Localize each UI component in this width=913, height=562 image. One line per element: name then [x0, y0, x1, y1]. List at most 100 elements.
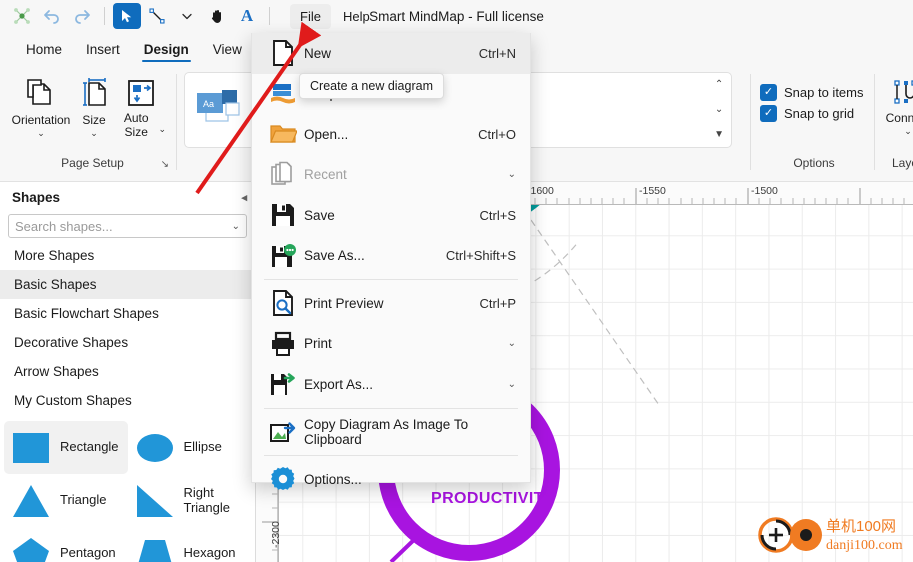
shape-item-hexagon[interactable]: Hexagon [128, 527, 252, 562]
file-menu-label: Options... [304, 471, 362, 487]
connect-label: Connect [885, 111, 913, 125]
menu-file[interactable]: File [290, 3, 331, 29]
snap-to-grid-row[interactable]: ✓ Snap to grid [760, 105, 854, 122]
file-menu-item-export-as[interactable]: Export As... ⌄ [252, 364, 530, 405]
file-menu-item-save-as[interactable]: Save As... Ctrl+Shift+S [252, 236, 530, 277]
chevron-down-icon[interactable]: ⌄ [508, 338, 516, 349]
orientation-button[interactable]: Orientation ⌄ [10, 72, 72, 138]
file-menu-shortcut: Ctrl+O [478, 126, 516, 142]
theme-style-1[interactable]: Aa [189, 78, 251, 142]
print-preview-icon [262, 289, 304, 317]
chevron-down-icon[interactable]: ⌄ [508, 379, 516, 390]
toolbar-divider [104, 7, 105, 25]
title-bar: A File Help [0, 0, 913, 32]
shape-search-box[interactable]: ⌄ [8, 214, 247, 238]
snap-to-grid-checkbox[interactable]: ✓ [760, 105, 777, 122]
shape-gallery: Rectangle Ellipse Triangle Right Triangl… [0, 421, 255, 562]
file-menu-item-save[interactable]: Save Ctrl+S [252, 195, 530, 236]
category-basic-flowchart-shapes[interactable]: Basic Flowchart Shapes [0, 299, 255, 328]
file-menu-item-open[interactable]: Open... Ctrl+O [252, 114, 530, 155]
file-menu-item-print[interactable]: Print ⌄ [252, 324, 530, 365]
size-button[interactable]: Size ⌄ [72, 72, 116, 138]
right-triangle-shape-icon [134, 482, 176, 520]
chevron-down-icon[interactable]: ⌄ [904, 126, 912, 136]
shape-item-right-triangle[interactable]: Right Triangle [128, 474, 252, 527]
undo-icon[interactable] [38, 3, 66, 29]
chevron-down-icon[interactable]: ⌄ [508, 169, 516, 180]
page-setup-dialog-launcher[interactable]: ↘ [161, 159, 169, 170]
tab-home[interactable]: Home [14, 39, 74, 64]
file-menu-shortcut: Ctrl+Shift+S [445, 248, 516, 264]
search-input[interactable] [15, 218, 232, 234]
ellipse-shape-icon [134, 429, 176, 467]
options-group-title: Options [793, 156, 835, 170]
tab-view[interactable]: View [201, 39, 254, 64]
tab-insert[interactable]: Insert [74, 39, 132, 64]
snap-to-items-checkbox[interactable]: ✓ [760, 84, 777, 101]
chevron-down-icon[interactable]: ⌄ [37, 128, 45, 138]
save-as-icon [262, 243, 304, 269]
h-ruler-label-5: -1500 [751, 185, 778, 197]
file-menu-item-options[interactable]: Options... [252, 459, 530, 500]
child-branch-line [389, 533, 421, 562]
file-menu-item-new[interactable]: New Ctrl+N [252, 33, 530, 74]
collapse-panel-icon[interactable]: ◂ [241, 191, 247, 204]
quick-access-toolbar: A [0, 3, 276, 29]
file-menu-shortcut: Ctrl+N [478, 45, 516, 61]
category-more-shapes[interactable]: More Shapes [0, 241, 255, 270]
connector-tool-icon[interactable] [143, 3, 171, 29]
chevron-down-icon[interactable]: ⌄ [232, 221, 240, 232]
file-menu-label: Print Preview [304, 295, 384, 311]
shape-item-triangle[interactable]: Triangle [4, 474, 128, 527]
file-menu-label: Save As... [304, 248, 365, 264]
gallery-expand-icon[interactable]: ▼ [714, 130, 724, 140]
v-ruler-label-2: -2300 [270, 521, 282, 548]
snap-to-items-row[interactable]: ✓ Snap to items [760, 84, 864, 101]
watermark: 单机100网 danji100.com [754, 511, 909, 558]
category-my-custom-shapes[interactable]: My Custom Shapes [0, 386, 255, 415]
file-menu-item-recent[interactable]: Recent ⌄ [252, 155, 530, 196]
shape-item-rectangle[interactable]: Rectangle [4, 421, 128, 474]
tab-design[interactable]: Design [132, 39, 201, 64]
open-folder-icon [262, 122, 304, 146]
hexagon-shape-icon [134, 535, 176, 562]
recent-files-icon [262, 161, 304, 189]
shape-item-pentagon[interactable]: Pentagon [4, 527, 128, 562]
file-menu-item-copy-diagram[interactable]: Copy Diagram As Image To Clipboard [252, 412, 530, 453]
connect-button[interactable]: Connect ⌄ [880, 72, 913, 136]
file-menu-divider-1 [264, 279, 518, 280]
category-decorative-shapes[interactable]: Decorative Shapes [0, 328, 255, 357]
chevron-down-icon[interactable]: ⌄ [158, 125, 166, 134]
toolbar-divider-2 [269, 7, 270, 25]
category-arrow-shapes[interactable]: Arrow Shapes [0, 357, 255, 386]
shape-label: Rectangle [60, 439, 119, 455]
gallery-scroll-up-icon[interactable]: ⌃ [714, 80, 724, 90]
file-menu-label: Open... [304, 126, 349, 142]
pan-hand-icon[interactable] [203, 3, 231, 29]
auto-size-button[interactable]: Auto Size ⌄ [116, 72, 166, 140]
chevron-down-icon[interactable]: ⌄ [90, 128, 98, 138]
file-menu-label: New [304, 45, 332, 61]
gear-icon [262, 466, 304, 492]
shapes-panel-title: Shapes [12, 189, 61, 205]
menu-help[interactable]: Help [333, 4, 380, 29]
shape-category-list: More Shapes Basic Shapes Basic Flowchart… [0, 241, 255, 415]
chevron-down-icon[interactable] [173, 3, 201, 29]
text-tool-icon[interactable]: A [233, 3, 261, 29]
category-basic-shapes[interactable]: Basic Shapes [0, 270, 255, 299]
shape-label: Right Triangle [183, 484, 230, 515]
file-menu-divider-2 [264, 407, 518, 409]
file-menu-item-print-preview[interactable]: Print Preview Ctrl+P [252, 283, 530, 324]
redo-icon[interactable] [68, 3, 96, 29]
ribbon-divider-1 [176, 74, 177, 170]
file-menu-dropdown[interactable]: New Ctrl+N Templates Open... [251, 33, 531, 491]
h-ruler-label-3: -1600 [527, 185, 554, 197]
pointer-tool-icon[interactable] [113, 3, 141, 29]
shape-item-ellipse[interactable]: Ellipse [128, 421, 252, 474]
ribbon-group-layout: Connect ⌄ Layout [880, 68, 913, 178]
size-label: Size [82, 113, 106, 127]
copy-image-icon [262, 420, 304, 444]
file-menu-shortcut: Ctrl+S [479, 207, 516, 223]
gallery-scroll-down-icon[interactable]: ⌄ [714, 105, 724, 115]
connect-icon [894, 80, 913, 104]
